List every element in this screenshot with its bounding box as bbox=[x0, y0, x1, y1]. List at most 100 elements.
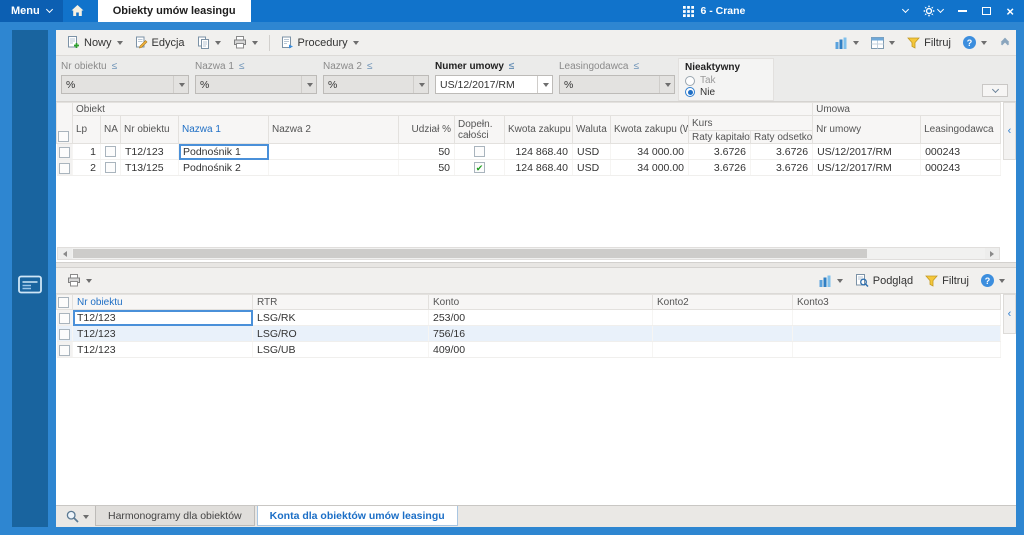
browse-records-icon[interactable] bbox=[18, 42, 42, 527]
edit-pencil-icon bbox=[135, 36, 148, 49]
filter-numer-umowy-select[interactable]: US/12/2017/RM bbox=[435, 75, 553, 94]
col-header-kwota-wl[interactable]: Kwota zakupu (WL) bbox=[611, 116, 689, 144]
col-header-waluta[interactable]: Waluta bbox=[573, 116, 611, 144]
tab-harmonogramy[interactable]: Harmonogramy dla obiektów bbox=[95, 506, 255, 526]
collapse-toolbar-button[interactable] bbox=[1002, 39, 1008, 47]
zoom-dropdown-button[interactable] bbox=[60, 506, 95, 527]
compare-operator-icon[interactable]: ≤ bbox=[239, 61, 245, 72]
cell-udzial: 50 bbox=[399, 144, 455, 160]
row-select-checkbox[interactable] bbox=[59, 163, 70, 174]
table-row[interactable]: 2 T13/125 Podnośnik 2 50 ✔ 124 868.40 US… bbox=[57, 160, 1001, 176]
table-row[interactable]: T12/123 LSG/UB 409/00 bbox=[57, 342, 1001, 358]
close-button[interactable]: × bbox=[1006, 5, 1014, 18]
na-checkbox[interactable] bbox=[105, 162, 116, 173]
compare-operator-icon[interactable]: ≤ bbox=[367, 61, 373, 72]
col-header-leasingodawca[interactable]: Leasingodawca bbox=[921, 116, 1001, 144]
tab-konta[interactable]: Konta dla obiektów umów leasingu bbox=[257, 506, 458, 526]
col-header-nr-obiektu[interactable]: Nr obiektu bbox=[121, 116, 179, 144]
filter-label: Leasingodawca bbox=[559, 61, 629, 72]
copy-button[interactable] bbox=[192, 34, 226, 51]
dopelnienie-checkbox[interactable]: ✔ bbox=[474, 162, 485, 173]
tab-label: Harmonogramy dla obiektów bbox=[108, 510, 242, 522]
menu-button[interactable]: Menu bbox=[0, 0, 63, 22]
filter-nazwa1-select[interactable]: % bbox=[195, 75, 317, 94]
expand-filter-button[interactable] bbox=[982, 84, 1008, 97]
cell-nr-umowy: US/12/2017/RM bbox=[813, 160, 921, 176]
minimize-button[interactable] bbox=[958, 10, 967, 12]
chevron-down-icon bbox=[837, 279, 843, 283]
col-header-nr-obiektu[interactable]: Nr obiektu bbox=[73, 295, 253, 310]
titlebar-dropdown-button[interactable] bbox=[903, 10, 908, 12]
session-indicator[interactable]: 6 - Crane bbox=[683, 5, 745, 17]
new-button[interactable]: Nowy bbox=[62, 34, 128, 51]
col-header-konto3[interactable]: Konto3 bbox=[793, 295, 1001, 310]
scrollbar-thumb[interactable] bbox=[73, 249, 867, 258]
na-checkbox[interactable] bbox=[105, 146, 116, 157]
select-all-checkbox[interactable] bbox=[58, 131, 69, 142]
gear-icon bbox=[923, 5, 935, 17]
filter-col-leasingodawca: Leasingodawca ≤ % bbox=[556, 58, 678, 101]
content-panel: Nowy Edycja bbox=[56, 30, 1016, 527]
home-button[interactable] bbox=[63, 0, 93, 22]
col-header-konto[interactable]: Konto bbox=[429, 295, 653, 310]
active-window-tab[interactable]: Obiekty umów leasingu bbox=[98, 0, 251, 22]
compare-operator-icon[interactable]: ≤ bbox=[112, 61, 118, 72]
procedures-button[interactable]: Procedury bbox=[276, 34, 364, 51]
col-header-kwota-zakupu[interactable]: Kwota zakupu bbox=[505, 116, 573, 144]
maximize-button[interactable] bbox=[982, 7, 991, 15]
chevron-down-icon bbox=[937, 6, 944, 13]
col-header-rtr[interactable]: RTR bbox=[253, 295, 429, 310]
filter-button[interactable]: Filtruj bbox=[902, 35, 956, 51]
cell-nazwa1-selected[interactable]: Podnośnik 1 bbox=[179, 144, 269, 160]
edit-button[interactable]: Edycja bbox=[130, 34, 190, 51]
dopelnienie-checkbox[interactable] bbox=[474, 146, 485, 157]
help-button[interactable]: ? bbox=[958, 34, 992, 51]
col-header-raty-kapitalowe[interactable]: Raty kapitałowe bbox=[689, 131, 751, 144]
chart-button[interactable] bbox=[830, 35, 864, 51]
row-select-checkbox[interactable] bbox=[59, 147, 70, 158]
col-header-lp[interactable]: Lp bbox=[73, 116, 101, 144]
col-header-nazwa2[interactable]: Nazwa 2 bbox=[269, 116, 399, 144]
table-row[interactable]: T12/123 LSG/RK 253/00 bbox=[57, 310, 1001, 326]
col-header-udzial[interactable]: Udział % bbox=[399, 116, 455, 144]
row-select-checkbox[interactable] bbox=[59, 329, 70, 340]
preview-button[interactable]: Podgląd bbox=[850, 272, 918, 289]
scroll-right-button[interactable] bbox=[985, 248, 999, 259]
print-button[interactable] bbox=[228, 34, 263, 51]
dropdown-arrow bbox=[173, 76, 188, 93]
help-bottom-button[interactable]: ? bbox=[976, 272, 1010, 289]
print-bottom-button[interactable] bbox=[62, 272, 97, 289]
side-panel-expander[interactable]: ‹ bbox=[1003, 102, 1016, 160]
col-header-nr-umowy[interactable]: Nr umowy bbox=[813, 116, 921, 144]
chart-bottom-button[interactable] bbox=[814, 273, 848, 289]
filter-nazwa2-select[interactable]: % bbox=[323, 75, 429, 94]
table-row[interactable]: T12/123 LSG/RO 756/16 bbox=[57, 326, 1001, 342]
col-header-nazwa1[interactable]: Nazwa 1 bbox=[179, 116, 269, 144]
radio-tak-label: Tak bbox=[700, 75, 716, 86]
col-header-dopeln[interactable]: Dopełn. całości bbox=[455, 116, 505, 144]
col-header-raty-odsetkowe[interactable]: Raty odsetkowe bbox=[751, 131, 813, 144]
export-grid-button[interactable] bbox=[866, 35, 900, 51]
scroll-left-button[interactable] bbox=[58, 248, 72, 259]
cell-nr-obiektu-selected[interactable]: T12/123 bbox=[73, 310, 253, 326]
horizontal-scrollbar[interactable] bbox=[57, 247, 1000, 260]
scrollbar-track[interactable] bbox=[72, 248, 985, 259]
select-all-checkbox[interactable] bbox=[58, 297, 69, 308]
filter-nr-obiektu-select[interactable]: % bbox=[61, 75, 189, 94]
col-header-na[interactable]: NA bbox=[101, 116, 121, 144]
chevron-down-icon bbox=[215, 41, 221, 45]
side-panel-expander[interactable]: ‹ bbox=[1003, 294, 1016, 334]
filter-leasingodawca-select[interactable]: % bbox=[559, 75, 675, 94]
magnifier-icon bbox=[66, 510, 79, 523]
cell-nr-obiektu: T13/125 bbox=[121, 160, 179, 176]
table-row[interactable]: 1 T12/123 Podnośnik 1 50 124 868.40 USD … bbox=[57, 144, 1001, 160]
col-header-konto2[interactable]: Konto2 bbox=[653, 295, 793, 310]
radio-tak[interactable]: Tak bbox=[685, 75, 767, 86]
compare-operator-icon[interactable]: ≤ bbox=[634, 61, 640, 72]
compare-operator-icon[interactable]: ≤ bbox=[509, 61, 515, 72]
radio-nie[interactable]: Nie bbox=[685, 87, 767, 98]
settings-button[interactable] bbox=[923, 5, 943, 17]
row-select-checkbox[interactable] bbox=[59, 313, 70, 324]
filter-bottom-button[interactable]: Filtruj bbox=[920, 273, 974, 289]
row-select-checkbox[interactable] bbox=[59, 345, 70, 356]
